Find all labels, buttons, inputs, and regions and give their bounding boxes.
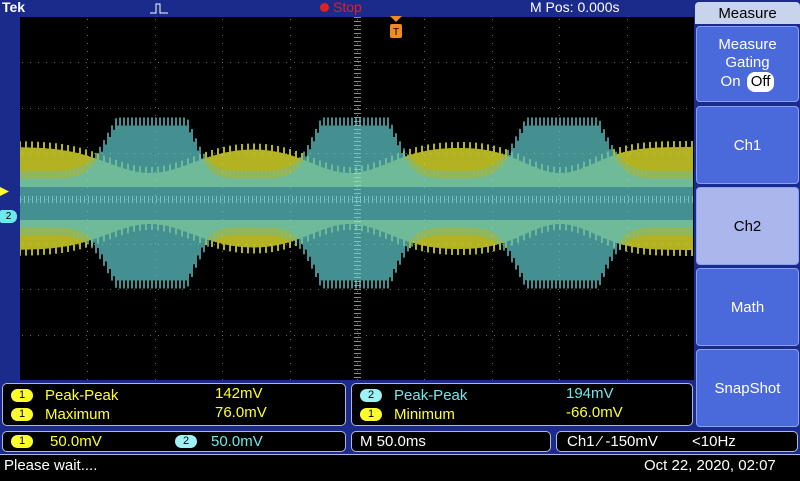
trigger-frequency: <10Hz [692, 433, 736, 450]
snapshot-button[interactable]: SnapShot [696, 349, 799, 427]
measurement-row: 1 Peak-Peak [11, 386, 118, 405]
gating-toggle[interactable]: On Off [721, 72, 775, 92]
ch2-button[interactable]: Ch2 [696, 187, 799, 265]
top-status-bar: Tek Stop M Pos: 0.000s [0, 0, 695, 17]
measurement-value: -66.0mV [566, 404, 623, 421]
measurement-label: Maximum [45, 406, 111, 423]
gating-off: Off [746, 72, 775, 92]
measurement-value: 142mV [215, 385, 263, 402]
timebase-box[interactable]: M 50.0ms [351, 431, 551, 452]
measurement-value: 194mV [566, 385, 614, 402]
measurement-row: 2 Peak-Peak [360, 386, 467, 405]
ch1-scale-badge: 1 [11, 435, 33, 448]
ch1-badge: 1 [360, 408, 382, 421]
ch2-ground-marker[interactable]: 2 [0, 210, 17, 223]
acquisition-status: Stop [333, 0, 362, 15]
measurement-panel-left: 1 Peak-Peak 142mV 1 Maximum 76.0mV [2, 383, 346, 426]
trigger-setting: Ch1 ⁄ -150mV [567, 433, 658, 450]
measurement-value: 76.0mV [215, 404, 267, 421]
ch1-button[interactable]: Ch1 [696, 106, 799, 184]
measurement-label: Peak-Peak [394, 387, 468, 404]
ch1-badge: 1 [11, 389, 33, 402]
horizontal-position: M Pos: 0.000s [530, 0, 620, 15]
brand-logo: Tek [2, 0, 26, 15]
ch1-badge: 1 [11, 408, 33, 421]
channel-scale-box[interactable]: 1 50.0mV 2 50.0mV [2, 431, 346, 452]
svg-text:T: T [393, 27, 399, 38]
gating-label: Measure Gating [718, 36, 777, 71]
measurement-row: 1 Maximum [11, 405, 110, 424]
ch1-scale: 50.0mV [50, 433, 102, 450]
measurement-row: 1 Minimum [360, 405, 455, 424]
trigger-box[interactable]: Ch1 ⁄ -150mV <10Hz [556, 431, 798, 452]
measurement-label: Minimum [394, 406, 455, 423]
date-time: Oct 22, 2020, 02:07 [644, 457, 776, 474]
ch2-badge: 2 [360, 389, 382, 402]
ch1-ground-marker-icon[interactable] [0, 187, 9, 196]
measure-gating-button[interactable]: Measure Gating On Off [696, 26, 799, 102]
trigger-position-marker-icon[interactable]: T [389, 16, 403, 42]
side-menu: Measure Measure Gating On Off Ch1 Ch2 Ma… [695, 0, 800, 430]
math-button[interactable]: Math [696, 268, 799, 346]
timebase: M 50.0ms [360, 433, 426, 450]
status-message: Please wait.... [4, 457, 98, 474]
measurement-label: Peak-Peak [45, 387, 119, 404]
trigger-edge-icon [150, 3, 168, 14]
waveform-graticule [20, 17, 693, 380]
menu-title: Measure [695, 2, 800, 24]
ch2-scale-badge: 2 [175, 435, 197, 448]
ch2-scale: 50.0mV [211, 433, 263, 450]
stop-indicator-icon [320, 3, 329, 12]
message-bar: Please wait.... Oct 22, 2020, 02:07 [0, 454, 800, 481]
waveform-display [20, 17, 694, 380]
gating-on: On [720, 73, 741, 90]
measurement-panel-right: 2 Peak-Peak 194mV 1 Minimum -66.0mV [351, 383, 693, 426]
